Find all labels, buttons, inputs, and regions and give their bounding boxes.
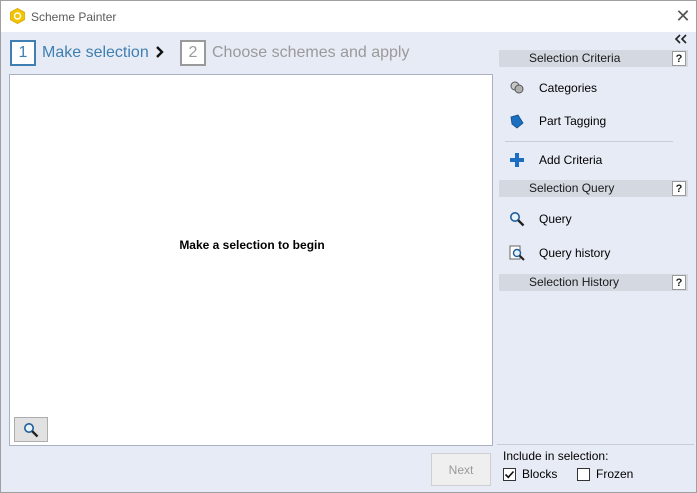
help-button[interactable]: ? [672,181,686,196]
panel-item-query-history[interactable]: Query history [507,241,687,265]
frozen-checkbox-row[interactable]: Frozen [577,467,633,481]
close-button[interactable]: ✕ [673,6,693,26]
checkmark-icon [504,470,515,478]
step-label: Choose schemes and apply [212,44,410,61]
panel-item-categories[interactable]: Categories [507,76,687,100]
checkbox-label: Blocks [522,467,558,481]
step-number: 1 [10,40,36,66]
divider [497,444,694,445]
close-icon: ✕ [675,6,691,26]
window-title: Scheme Painter [31,10,117,24]
frozen-checkbox[interactable] [577,467,590,481]
title-bar: Scheme Painter ✕ [1,1,696,32]
plus-icon [507,150,527,170]
divider [505,141,673,142]
section-header-selection-criteria[interactable]: Selection Criteria ? [499,50,688,67]
help-button[interactable]: ? [672,51,686,66]
panel-item-label: Part Tagging [539,114,607,128]
section-header-selection-query[interactable]: Selection Query ? [499,180,688,197]
panel-item-part-tagging[interactable]: Part Tagging [507,109,687,133]
step-number: 2 [180,40,206,66]
scheme-painter-window: Scheme Painter ✕ 1 Make selection 2 Choo… [0,0,697,493]
panel-item-query[interactable]: Query [507,207,687,231]
blocks-checkbox[interactable] [503,467,516,481]
panel-item-label: Query [539,212,572,226]
panel-item-label: Categories [539,81,598,95]
app-hexagon-icon [10,8,25,24]
selection-canvas[interactable]: Make a selection to begin [9,74,493,446]
section-title: Selection History [529,275,620,289]
wizard-step-make-selection[interactable]: 1 Make selection [10,40,149,66]
tag-icon [507,111,527,131]
panel-item-add-criteria[interactable]: Add Criteria [507,148,687,172]
help-button[interactable]: ? [672,275,686,290]
blocks-checkbox-row[interactable]: Blocks [503,467,557,481]
query-history-icon [507,243,527,263]
zoom-button[interactable] [14,417,48,442]
search-icon [507,209,527,229]
canvas-message: Make a selection to begin [179,238,325,252]
wizard-step-choose-schemes[interactable]: 2 Choose schemes and apply [180,40,409,66]
panel-item-label: Query history [539,246,611,260]
categories-icon [507,78,527,98]
panel-item-label: Add Criteria [539,153,603,167]
next-button[interactable]: Next [431,453,491,486]
include-label: Include in selection: [503,449,609,463]
section-title: Selection Criteria [529,51,621,65]
step-label: Make selection [42,44,149,61]
chevron-right-icon [156,46,164,58]
collapse-panel-icon[interactable] [674,34,688,44]
magnifier-icon [24,422,39,437]
section-title: Selection Query [529,181,615,195]
section-header-selection-history[interactable]: Selection History ? [499,274,688,291]
checkbox-label: Frozen [596,467,634,481]
